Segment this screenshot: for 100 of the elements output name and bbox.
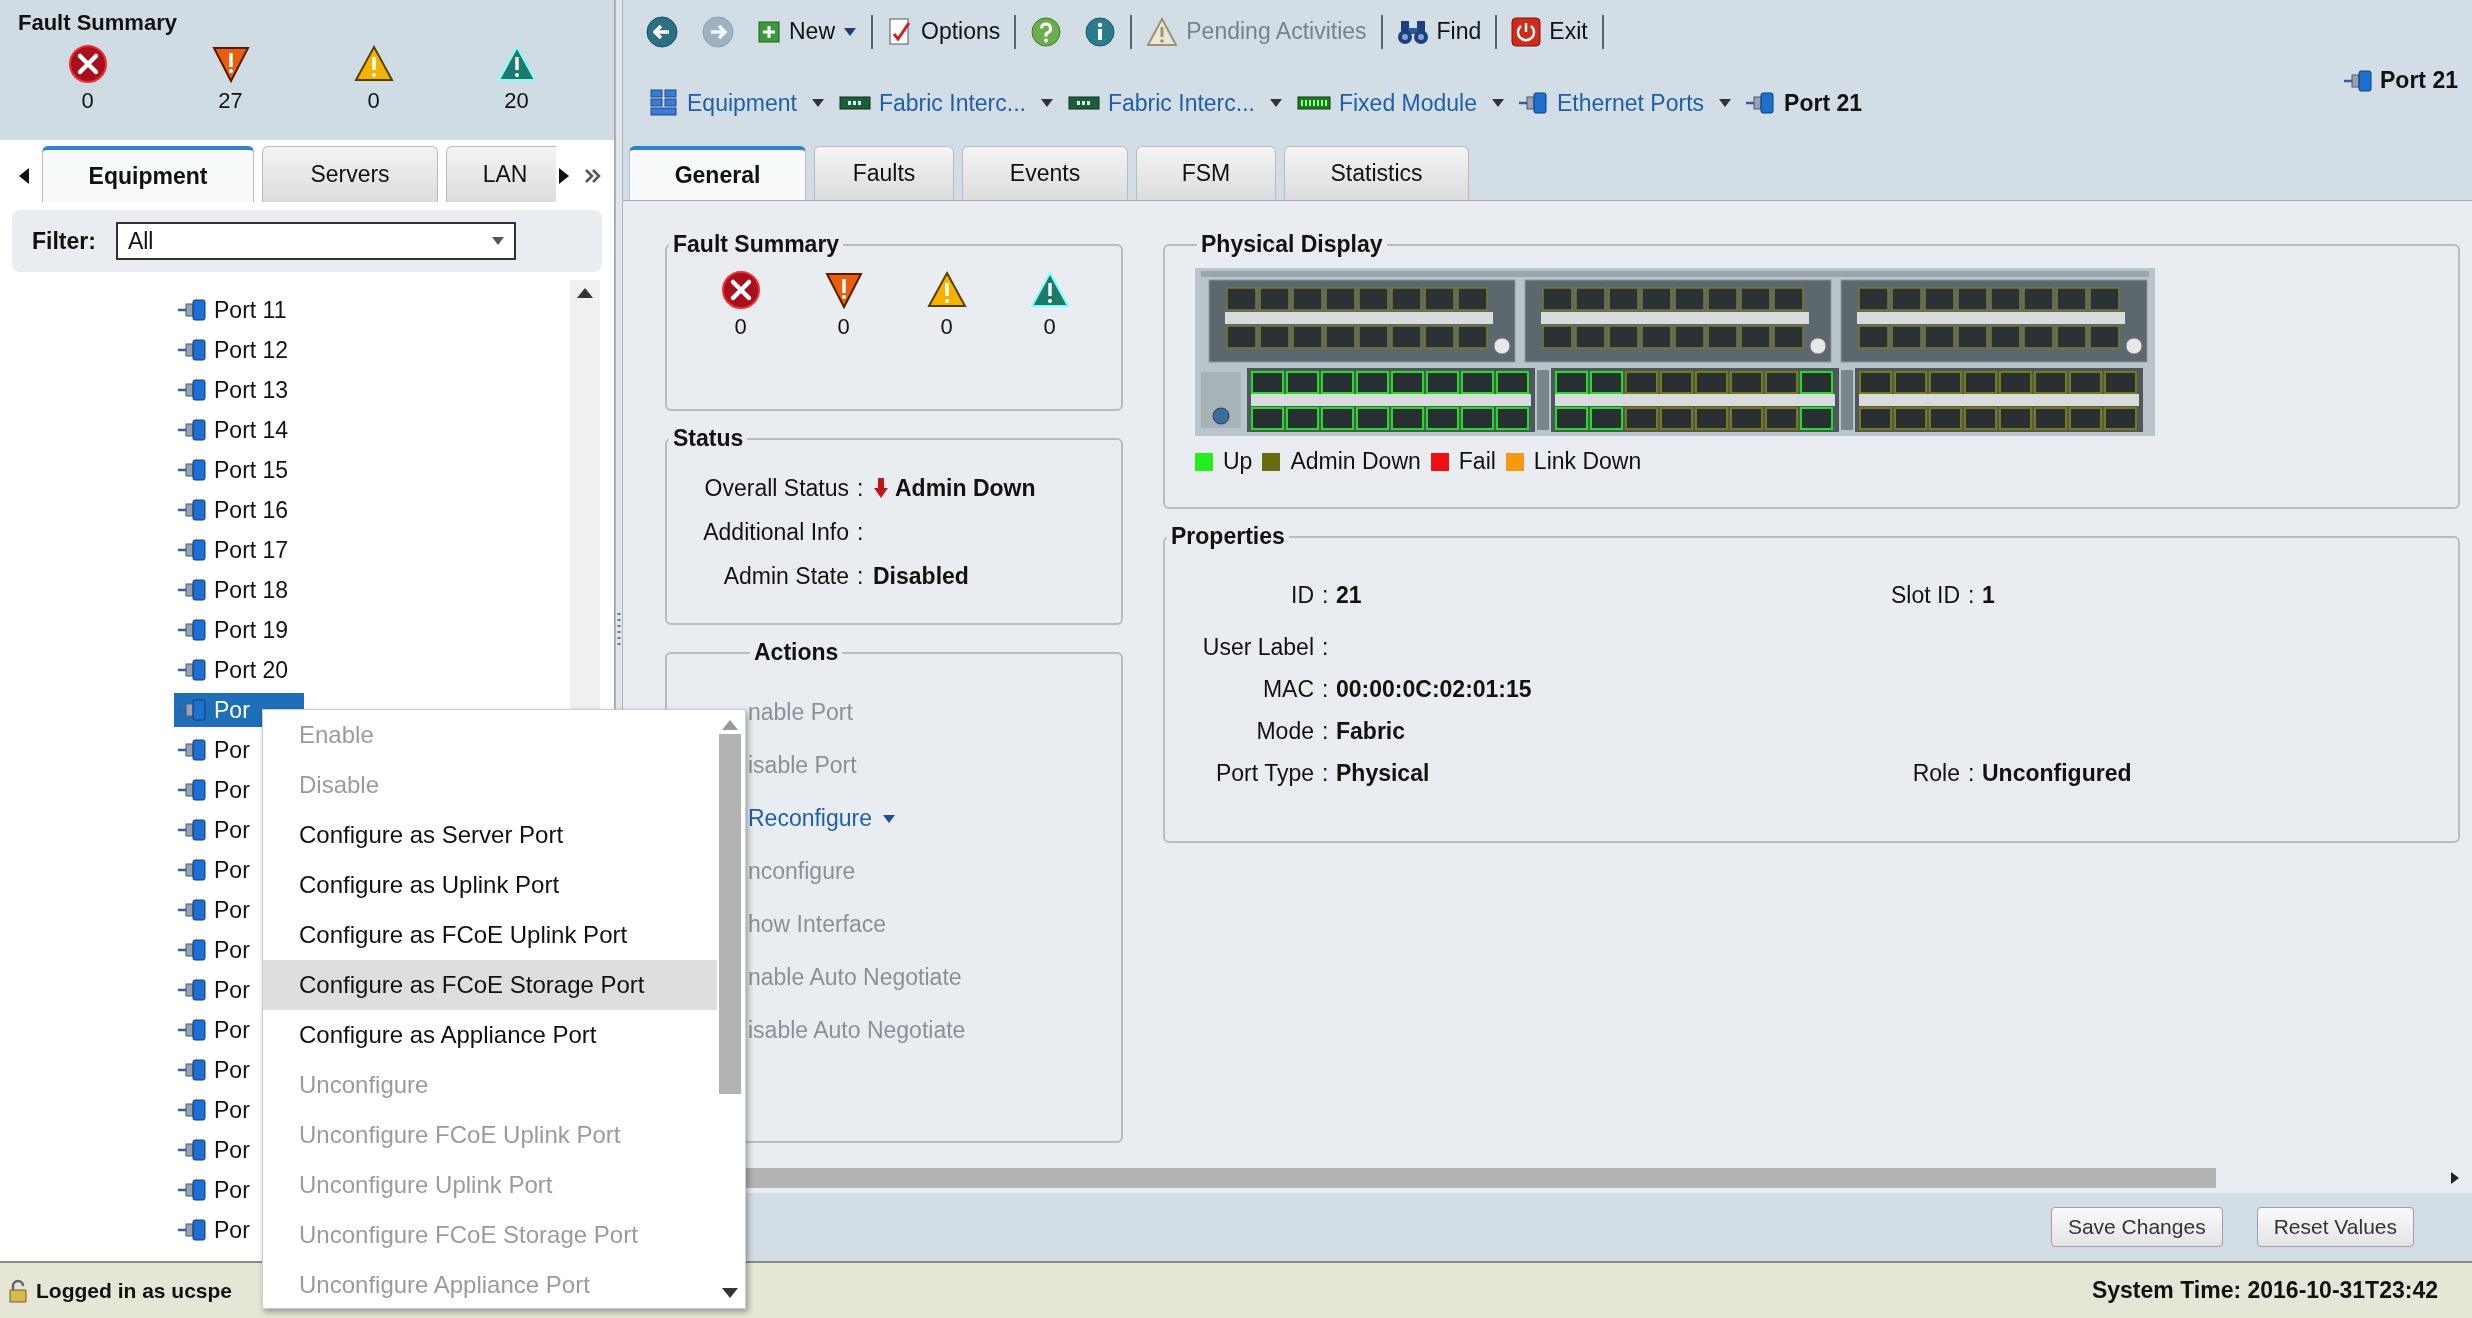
tree-item[interactable]: Port 16 <box>174 493 304 527</box>
port-icon <box>178 978 208 1002</box>
module-icon <box>1296 95 1331 111</box>
fault-count: 0 <box>81 88 94 114</box>
port-icon <box>178 738 208 762</box>
back-button[interactable] <box>645 14 679 49</box>
colon-separator: : <box>1322 759 1330 787</box>
port-icon <box>178 1018 208 1042</box>
colon-separator: : <box>1322 633 1330 661</box>
x-circle-icon <box>67 44 108 84</box>
breadcrumb-link[interactable]: Fixed Module <box>1296 89 1505 117</box>
exit-button[interactable]: Exit <box>1511 16 1588 47</box>
caret-icon[interactable] <box>882 813 897 824</box>
fault-summary-title: Fault Summary <box>18 10 178 36</box>
legend-label: Up <box>1223 448 1253 475</box>
caret-icon[interactable] <box>810 98 825 108</box>
colon-separator: : <box>1322 581 1330 609</box>
breadcrumb-link[interactable]: Equipment <box>649 89 825 117</box>
field-label: Mode <box>1255 717 1315 745</box>
nav-tab[interactable]: Equipment <box>42 146 254 202</box>
port-icon <box>178 1138 208 1162</box>
footer-button[interactable]: Save Changes <box>2050 1207 2223 1247</box>
filter-label: Filter: <box>32 227 96 255</box>
detail-tab[interactable]: FSM <box>1136 146 1276 200</box>
tree-item[interactable]: Port 17 <box>174 533 304 567</box>
caret-icon[interactable] <box>1491 98 1505 108</box>
horizontal-scrollbar[interactable] <box>744 1167 2460 1189</box>
caret-icon[interactable] <box>1039 98 1054 108</box>
field-label: MAC <box>1261 675 1315 703</box>
switch-icon <box>1067 95 1100 111</box>
caret-icon <box>491 237 504 245</box>
field-label: Port Type <box>1214 759 1315 787</box>
caret-icon[interactable] <box>1268 98 1283 108</box>
port-icon <box>178 578 208 602</box>
options-button[interactable]: Options <box>887 16 1001 47</box>
action-link[interactable]: Reconfigure <box>748 792 897 845</box>
document-check-icon <box>887 16 913 47</box>
filter-dropdown[interactable]: All <box>115 222 516 260</box>
fault-count: 0 <box>1043 314 1056 340</box>
lock-icon <box>8 1278 28 1303</box>
info-button[interactable] <box>1084 15 1117 48</box>
port-icon <box>178 778 208 802</box>
tree-item[interactable]: Port 18 <box>174 573 304 607</box>
menu-item[interactable]: Configure as Uplink Port <box>263 860 717 910</box>
port-icon <box>1746 91 1777 115</box>
scroll-right-icon[interactable] <box>2450 1171 2460 1185</box>
login-status: Logged in as ucspe <box>36 1278 233 1303</box>
menu-item[interactable]: Configure as FCoE Storage Port <box>263 960 717 1010</box>
page-title: Port 21 <box>2380 67 2458 94</box>
menu-item[interactable]: Configure as FCoE Uplink Port <box>263 910 717 960</box>
tree-item[interactable]: Port 12 <box>174 333 304 367</box>
caret-icon[interactable] <box>843 26 857 37</box>
detail-tab[interactable]: Events <box>962 146 1128 200</box>
scroll-left-icon[interactable] <box>18 167 30 185</box>
scroll-up-icon[interactable] <box>577 288 593 298</box>
footer-button[interactable]: Reset Values <box>2256 1207 2414 1247</box>
find-button[interactable]: Find <box>1396 17 1482 46</box>
server-stack-icon <box>649 89 679 117</box>
detail-tab[interactable]: Statistics <box>1284 146 1469 200</box>
menu-item[interactable]: Configure as Appliance Port <box>263 1010 717 1060</box>
legend-label: Link Down <box>1533 448 1642 475</box>
tree-item[interactable]: Port 14 <box>174 413 304 447</box>
field-label: Overall Status <box>703 474 850 502</box>
tree-item[interactable]: Port 19 <box>174 613 304 647</box>
tree-item[interactable]: Port 13 <box>174 373 304 407</box>
panel-title: Status <box>672 425 745 452</box>
field-value: 21 <box>1336 581 1362 609</box>
down-arrow-icon <box>873 477 889 499</box>
switch-icon <box>838 95 871 111</box>
field-label: Admin State <box>722 562 850 590</box>
tree-item[interactable]: Port 11 <box>174 293 304 327</box>
port-icon <box>178 1058 208 1082</box>
double-chevron-icon[interactable] <box>584 168 602 184</box>
new-button[interactable]: New <box>757 18 857 45</box>
colon-separator: : <box>1322 717 1330 745</box>
breadcrumb-link[interactable]: Ethernet Ports <box>1519 89 1733 117</box>
help-button[interactable] <box>1030 15 1063 48</box>
nav-tab[interactable]: Servers <box>262 146 438 202</box>
fault-count: 0 <box>940 314 953 340</box>
detail-tab[interactable]: General <box>629 146 806 200</box>
menu-item[interactable]: Configure as Server Port <box>263 810 717 860</box>
x-circle-icon <box>720 270 761 310</box>
inverted-triangle-alert-icon <box>210 44 251 84</box>
tree-item[interactable]: Port 15 <box>174 453 304 487</box>
power-icon <box>1511 16 1542 47</box>
field-value: 00:00:0C:02:01:15 <box>1336 675 1532 703</box>
breadcrumb-link[interactable]: Fabric Interc... <box>838 89 1054 117</box>
nav-tab[interactable]: LAN <box>446 146 556 202</box>
caret-icon[interactable] <box>1718 98 1733 108</box>
colon-separator: : <box>857 562 865 590</box>
scroll-right-icon[interactable] <box>558 167 570 185</box>
scroll-down-icon[interactable] <box>722 1288 738 1298</box>
field-value: 1 <box>1982 581 1995 609</box>
breadcrumb-link[interactable]: Fabric Interc... <box>1067 89 1283 117</box>
panel-title: Fault Summary <box>672 231 841 258</box>
colon-separator: : <box>1968 581 1976 609</box>
help-icon <box>1030 15 1063 48</box>
detail-tab[interactable]: Faults <box>814 146 954 200</box>
breadcrumb-link[interactable]: Port 21 <box>1746 89 1863 117</box>
tree-item[interactable]: Port 20 <box>174 653 304 687</box>
